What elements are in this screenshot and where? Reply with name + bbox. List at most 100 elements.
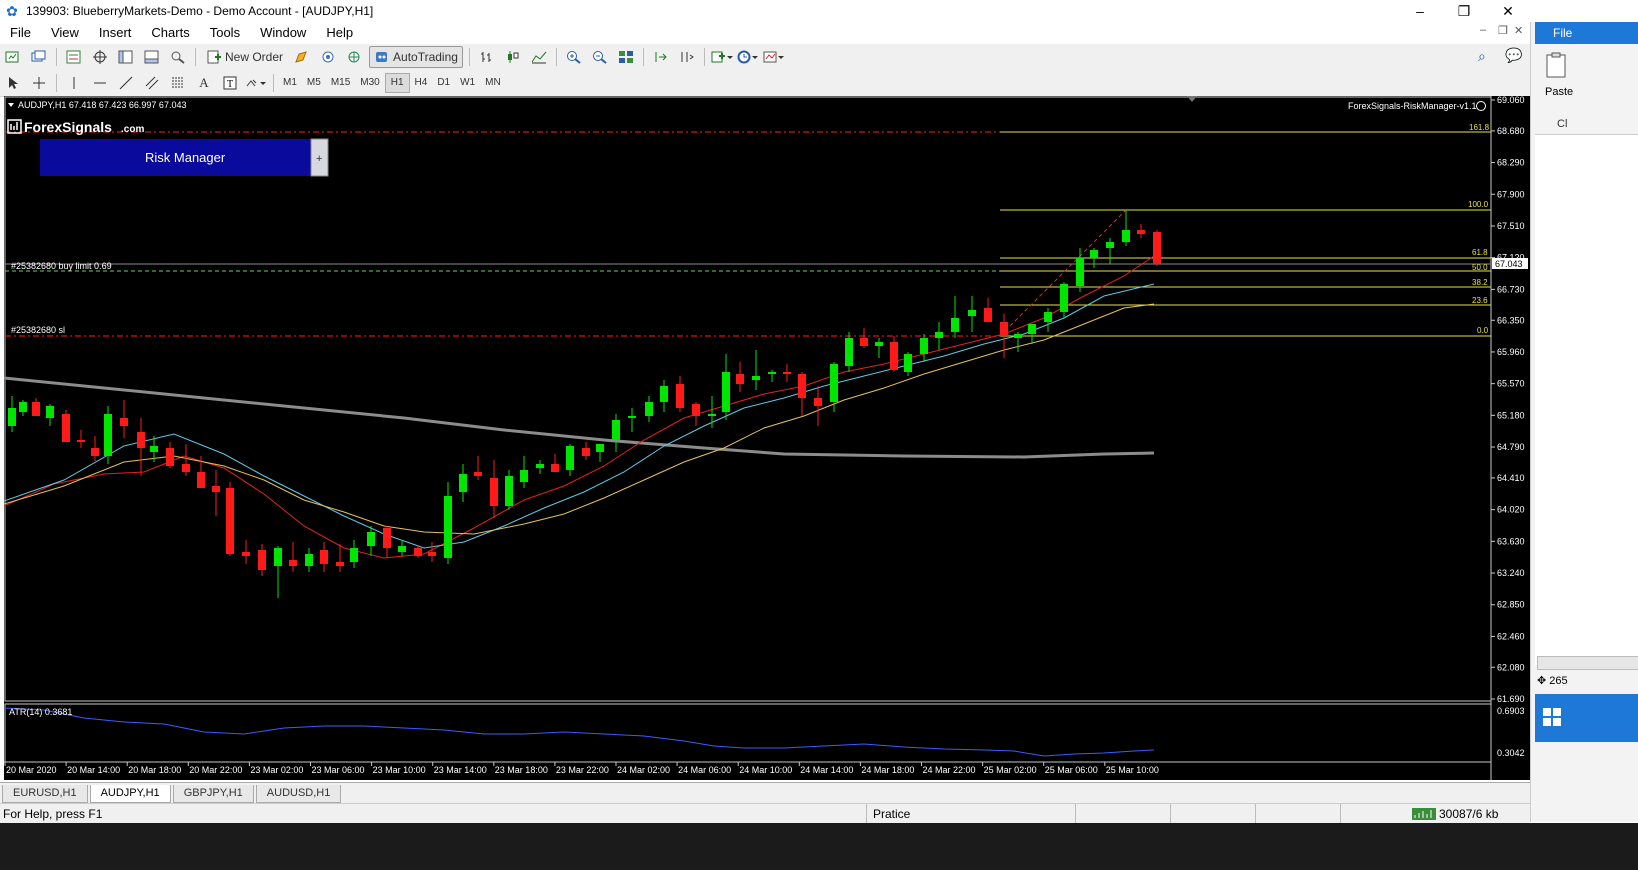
chart-shift-icon[interactable]: [676, 47, 698, 67]
candle-body[interactable]: [120, 418, 128, 426]
timeframe-h4[interactable]: H4: [410, 74, 433, 92]
menu-view[interactable]: View: [41, 22, 89, 44]
candle-body[interactable]: [566, 446, 574, 470]
candle-body[interactable]: [1137, 230, 1145, 234]
candle-body[interactable]: [536, 464, 544, 468]
candle-body[interactable]: [77, 440, 85, 442]
candle-body[interactable]: [444, 496, 452, 558]
candle-body[interactable]: [414, 548, 422, 556]
candle-body[interactable]: [1060, 284, 1068, 312]
candle-body[interactable]: [783, 372, 791, 374]
line-chart-icon[interactable]: [528, 47, 550, 67]
candle-body[interactable]: [474, 472, 482, 476]
text-label-icon[interactable]: T: [219, 73, 241, 93]
menu-file[interactable]: File: [0, 22, 41, 44]
fibonacci-icon[interactable]: [167, 73, 189, 93]
candle-body[interactable]: [8, 408, 16, 426]
candle-body[interactable]: [951, 318, 959, 332]
signals-icon[interactable]: [317, 47, 339, 67]
candle-body[interactable]: [736, 374, 744, 384]
arrows-icon[interactable]: [245, 73, 267, 93]
tab-eurusd[interactable]: EURUSD,H1: [2, 785, 88, 803]
profiles-icon[interactable]: [28, 47, 50, 67]
terminal-icon[interactable]: [141, 47, 163, 67]
candle-body[interactable]: [1153, 232, 1161, 264]
candle-body[interactable]: [367, 532, 375, 546]
periods-icon[interactable]: [737, 47, 759, 67]
candle-body[interactable]: [582, 448, 590, 456]
candle-body[interactable]: [660, 386, 668, 402]
data-window-icon[interactable]: [89, 47, 111, 67]
candle-body[interactable]: [1000, 322, 1008, 336]
status-profile[interactable]: Pratice: [873, 807, 910, 821]
timeframe-d1[interactable]: D1: [432, 74, 455, 92]
close-button[interactable]: ✕: [1488, 0, 1528, 22]
candle-body[interactable]: [137, 432, 145, 448]
indicators-icon[interactable]: [711, 47, 733, 67]
menu-insert[interactable]: Insert: [89, 22, 142, 44]
candle-body[interactable]: [336, 562, 344, 566]
new-chart-icon[interactable]: [2, 47, 24, 67]
timeframe-mn[interactable]: MN: [480, 74, 506, 92]
candle-body[interactable]: [350, 548, 358, 562]
candle-body[interactable]: [520, 470, 528, 482]
candle-body[interactable]: [150, 446, 158, 452]
candle-body[interactable]: [1122, 230, 1130, 242]
restore-button[interactable]: ❐: [1444, 0, 1484, 22]
navigator-icon[interactable]: [115, 47, 137, 67]
fib-base-line[interactable]: [999, 209, 1127, 337]
candle-body[interactable]: [305, 554, 313, 566]
side-file-tab[interactable]: File: [1535, 22, 1638, 44]
chat-icon[interactable]: 💬: [1505, 47, 1522, 64]
candle-body[interactable]: [722, 372, 730, 412]
crosshair-icon[interactable]: [28, 73, 50, 93]
candle-body[interactable]: [274, 548, 282, 566]
timeframe-m1[interactable]: M1: [278, 74, 302, 92]
side-scrollbar[interactable]: [1537, 656, 1638, 670]
timeframe-m5[interactable]: M5: [302, 74, 326, 92]
windows-tile[interactable]: [1535, 694, 1638, 742]
candle-body[interactable]: [19, 402, 27, 412]
timeframe-m15[interactable]: M15: [326, 74, 355, 92]
candle-body[interactable]: [984, 308, 992, 322]
zoom-out-icon[interactable]: [589, 47, 611, 67]
minimize-button[interactable]: –: [1400, 0, 1440, 22]
candle-body[interactable]: [398, 546, 406, 552]
candle-body[interactable]: [32, 402, 40, 416]
equidistant-channel-icon[interactable]: [141, 73, 163, 93]
mdi-restore-button[interactable]: ❐: [1498, 24, 1508, 37]
new-order-button[interactable]: New Order: [202, 47, 287, 67]
candle-body[interactable]: [830, 364, 838, 402]
candle-body[interactable]: [46, 406, 54, 418]
mdi-minimize-button[interactable]: –: [1480, 24, 1486, 36]
candle-body[interactable]: [1028, 324, 1036, 334]
candle-body[interactable]: [1106, 242, 1114, 248]
candle-body[interactable]: [383, 528, 391, 548]
candle-body[interactable]: [1090, 250, 1098, 258]
candle-body[interactable]: [890, 342, 898, 370]
trendline-icon[interactable]: [115, 73, 137, 93]
menu-charts[interactable]: Charts: [141, 22, 199, 44]
candle-body[interactable]: [920, 338, 928, 354]
shift-marker-icon[interactable]: [1187, 96, 1197, 102]
candle-body[interactable]: [798, 374, 806, 398]
candle-body[interactable]: [628, 416, 636, 418]
candle-body[interactable]: [242, 552, 250, 556]
candle-body[interactable]: [197, 472, 205, 488]
candle-body[interactable]: [1044, 312, 1052, 322]
candlestick-icon[interactable]: [502, 47, 524, 67]
templates-icon[interactable]: [763, 47, 785, 67]
strategy-tester-icon[interactable]: [167, 47, 189, 67]
tab-audjpy[interactable]: AUDJPY,H1: [89, 785, 171, 803]
timeframe-h1[interactable]: H1: [384, 73, 410, 93]
candle-body[interactable]: [459, 474, 467, 492]
candle-body[interactable]: [612, 420, 620, 440]
timeframe-w1[interactable]: W1: [455, 74, 480, 92]
menu-window[interactable]: Window: [250, 22, 316, 44]
zoom-in-icon[interactable]: [563, 47, 585, 67]
candle-body[interactable]: [860, 338, 868, 346]
candle-body[interactable]: [752, 376, 760, 380]
candle-body[interactable]: [814, 398, 822, 406]
search-icon[interactable]: ⌕: [1478, 48, 1486, 65]
candle-body[interactable]: [428, 552, 436, 556]
